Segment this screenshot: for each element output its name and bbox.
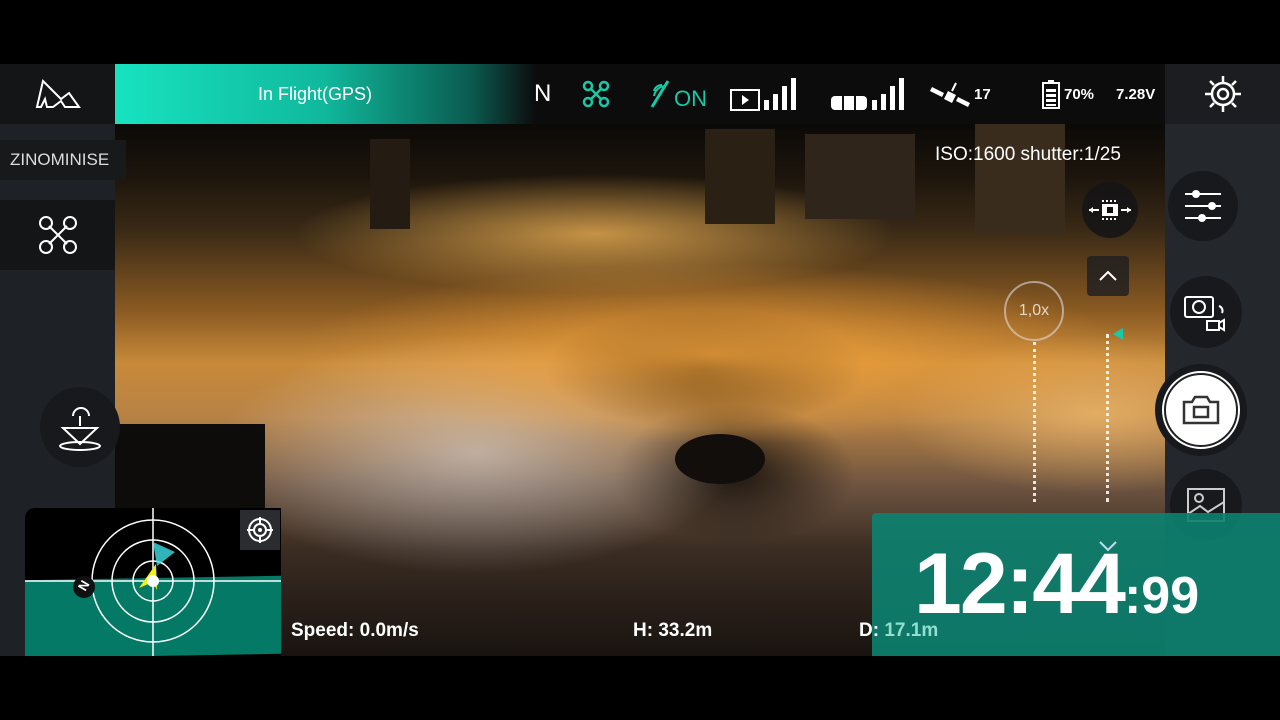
drone-button[interactable] — [0, 200, 115, 270]
video-signal-icon — [730, 78, 796, 111]
battery-percent: 70% — [1064, 85, 1095, 103]
speed-readout: Speed: 0.0m/s — [291, 620, 419, 642]
height-value: 33.2m — [658, 620, 713, 641]
drone-status-button[interactable] — [582, 64, 610, 124]
camera-settings-button[interactable] — [1168, 171, 1238, 241]
height-label: H: — [633, 620, 654, 641]
zoom-indicator[interactable]: 1,0x — [1004, 281, 1064, 341]
satellite-icon — [930, 82, 970, 107]
satellite-count: 17 — [974, 85, 991, 103]
drone-icon — [38, 216, 77, 254]
mini-map[interactable]: N — [25, 508, 281, 656]
camera-switch-icon — [1184, 296, 1225, 332]
video-signal — [730, 64, 802, 124]
timer-main: 12:44 — [914, 536, 1126, 632]
zoom-slider[interactable] — [1033, 342, 1036, 502]
terrain-icon — [35, 79, 81, 108]
signal-slash-icon — [650, 80, 670, 108]
pitch-marker-icon — [1113, 328, 1123, 340]
drone-icon — [582, 80, 610, 108]
shutter-button[interactable] — [1155, 364, 1247, 456]
top-bar: In Flight(GPS) N ON 17 70% 7.28V — [0, 64, 1280, 124]
distance-label: D: — [859, 620, 880, 641]
gimbal-icon — [1089, 200, 1131, 220]
photo-video-switch-button[interactable] — [1170, 276, 1242, 348]
gear-icon — [1204, 76, 1241, 112]
target-icon — [247, 517, 273, 543]
sliders-icon — [1185, 190, 1221, 222]
flight-status: In Flight(GPS) — [115, 64, 535, 124]
battery-voltage: 7.28V — [1116, 85, 1156, 103]
chevron-up-icon — [1099, 270, 1117, 281]
land-button[interactable] — [40, 387, 120, 467]
camera-icon — [1182, 395, 1220, 425]
height-readout: H: 33.2m — [633, 620, 712, 642]
distance-readout: D: 17.1m — [859, 620, 938, 642]
zoom-level: 1,0x — [1018, 302, 1050, 319]
battery-status: 70% — [1042, 64, 1094, 124]
gimbal-button[interactable] — [1082, 182, 1138, 238]
gimbal-pitch-slider[interactable] — [1106, 334, 1109, 502]
expand-up-button[interactable] — [1087, 256, 1129, 296]
remote-controller-icon — [831, 78, 904, 110]
locate-button[interactable] — [240, 510, 280, 550]
distance-value: 17.1m — [884, 620, 939, 641]
timer-fraction: :99 — [1123, 567, 1200, 625]
map-toggle-button[interactable] — [0, 64, 115, 124]
landing-icon — [59, 407, 101, 451]
rc-signal — [830, 64, 908, 124]
battery-icon — [1042, 80, 1060, 109]
compass-heading: N — [534, 80, 552, 107]
speed-value: 0.0m/s — [359, 620, 419, 641]
drone-model-label: ZINOMINISE — [0, 140, 126, 180]
obstacle-avoidance-toggle[interactable]: ON — [650, 64, 707, 124]
obstacle-label: ON — [674, 86, 707, 111]
gps-satellites: 17 — [930, 64, 991, 124]
speed-label: Speed: — [291, 620, 355, 641]
settings-button[interactable] — [1165, 64, 1280, 124]
